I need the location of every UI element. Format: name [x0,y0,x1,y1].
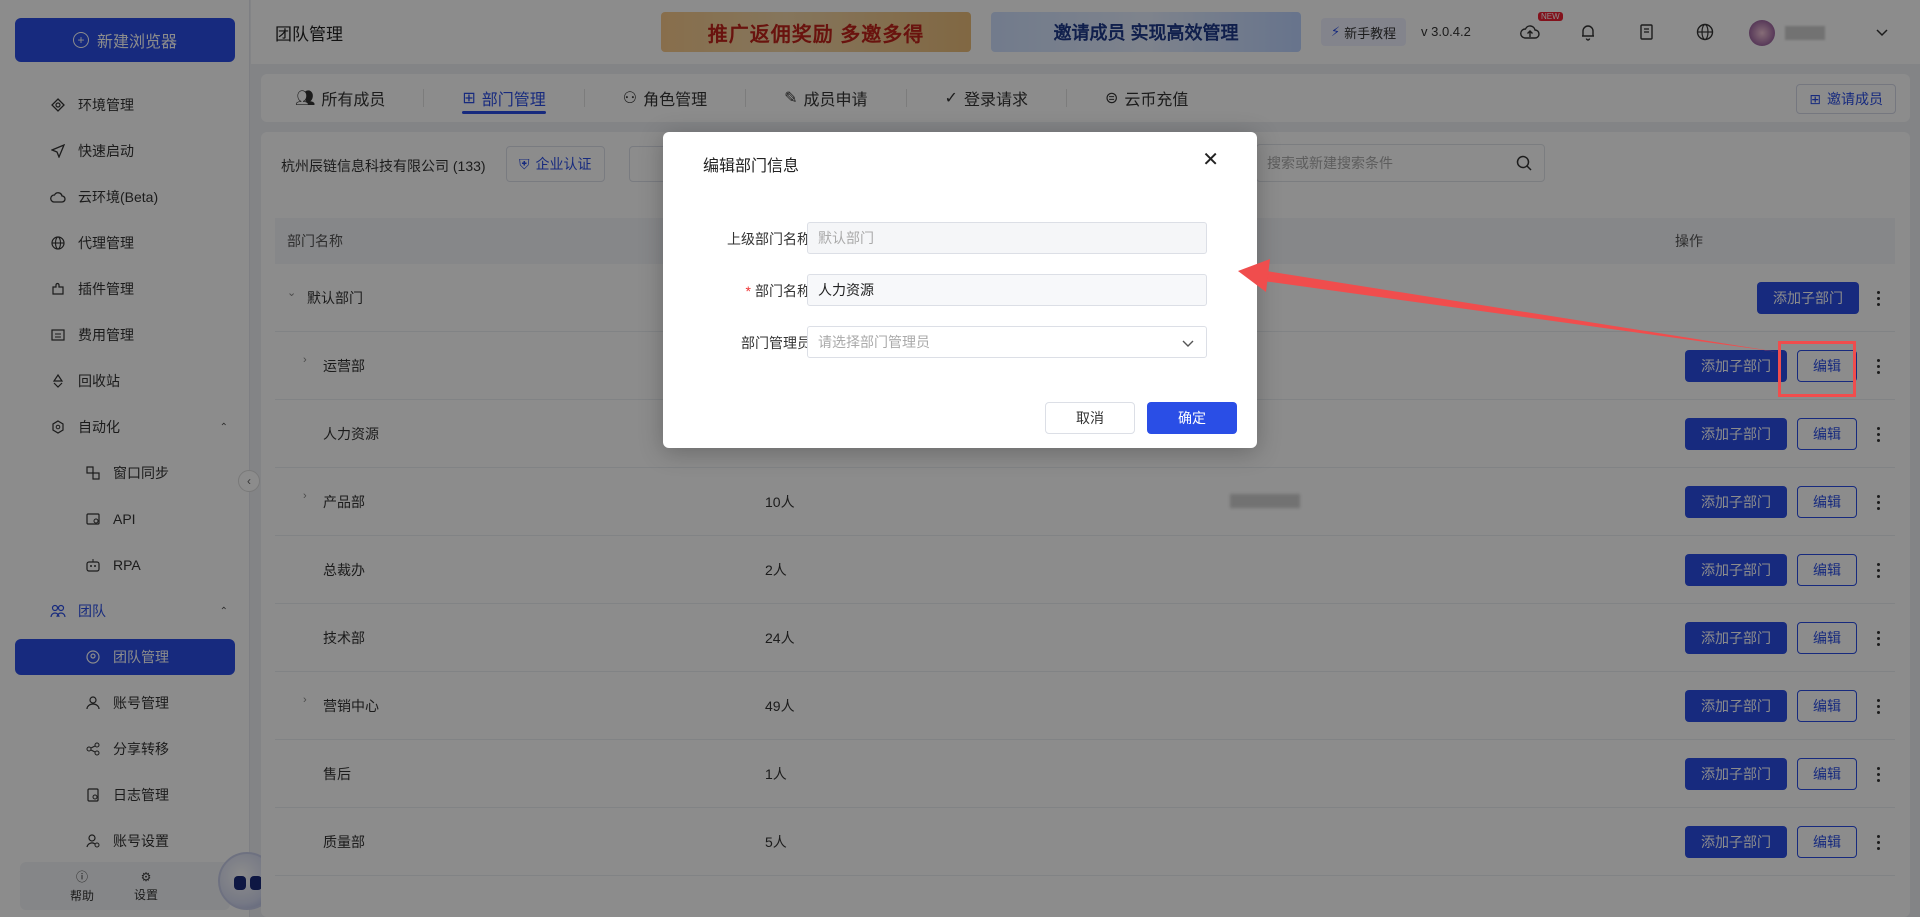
highlight-box [1778,341,1856,397]
dept-name-field[interactable]: 人力资源 [807,274,1207,306]
parent-dept-row: 上级部门名称 默认部门 [663,222,1257,254]
close-icon[interactable]: ✕ [1202,150,1219,170]
dept-name-label: * 部门名称 [746,281,811,301]
parent-dept-label: 上级部门名称 [727,231,811,247]
parent-dept-field: 默认部门 [807,222,1207,254]
dept-manager-row: 部门管理员 请选择部门管理员 [663,326,1257,358]
parent-dept-value: 默认部门 [818,230,874,246]
dept-manager-label: 部门管理员 [741,335,811,351]
dept-name-label-text: 部门名称 [755,283,811,299]
required-mark: * [745,283,751,299]
cancel-button[interactable]: 取消 [1045,402,1135,434]
dept-name-value: 人力资源 [818,282,874,298]
modal-title: 编辑部门信息 [703,158,800,175]
dept-manager-placeholder: 请选择部门管理员 [818,334,930,350]
dept-name-row: * 部门名称 人力资源 [663,274,1257,306]
confirm-button[interactable]: 确定 [1147,402,1237,434]
edit-department-modal: 编辑部门信息 ✕ 上级部门名称 默认部门 * 部门名称 人力资源 部门管理员 请选… [663,132,1257,448]
chevron-down-icon [1182,335,1194,351]
dept-manager-select[interactable]: 请选择部门管理员 [807,326,1207,358]
